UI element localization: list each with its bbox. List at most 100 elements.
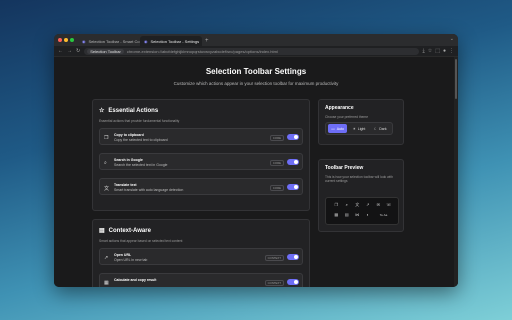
action-title: Translate text (114, 183, 137, 187)
toolbar-preview-card: Toolbar Preview This is how your selecti… (318, 159, 404, 232)
document-icon: ▤ (99, 228, 105, 234)
context-aware-card: ▤ Context-Aware Smart actions that appea… (92, 219, 310, 287)
external-link-icon: ↗ (366, 202, 370, 207)
search-icon: ⌕ (345, 202, 348, 207)
preview-title: Toolbar Preview (325, 165, 364, 171)
scrollbar[interactable] (454, 57, 458, 287)
calculator-icon: ▦ (104, 280, 109, 286)
action-item-calculate: ▦ Calculate and copy result CONTEXT (99, 273, 303, 287)
core-badge: CORE (269, 185, 284, 191)
theme-label: Light (357, 126, 366, 131)
tab-bar: ◉ Selection Toolbar - Smart Co × ◉ Selec… (54, 34, 458, 46)
action-title: Open URL (114, 253, 132, 257)
tab-smart[interactable]: ◉ Selection Toolbar - Smart Co × (78, 36, 140, 46)
share-icon: ⋈ (355, 212, 360, 217)
appearance-description: Choose your preferred theme (325, 115, 369, 119)
action-title: Calculate and copy result (114, 278, 157, 282)
action-item-open-url: ↗ Open URL Open URL in new tab CONTEXT (99, 248, 303, 265)
calculator-icon: ▤ (344, 212, 349, 217)
preview-icon-grid: ❐ ⌕ 文 ↗ ✉ ☏ ▦ ▤ ⋈ ◐ Te Aa (331, 202, 394, 218)
appearance-card: Appearance Choose your preferred theme ▭… (318, 99, 404, 145)
email-icon: ✉ (376, 202, 380, 207)
phone-icon: ☏ (386, 202, 392, 207)
sun-icon: ☀ (352, 126, 356, 131)
url-text: chrome-extension://abcfdefghijklmnopqrst… (126, 48, 278, 54)
appearance-title: Appearance (325, 105, 354, 111)
section-description: Smart actions that appear based on selec… (99, 239, 183, 243)
page-subtitle: Customize which actions appear in your s… (173, 81, 339, 86)
section-title: Essential Actions (108, 107, 159, 114)
calendar-icon: ▦ (334, 212, 339, 217)
page-title: Selection Toolbar Settings (205, 67, 307, 76)
chevron-down-icon[interactable]: ⌄ (450, 36, 454, 42)
address-bar-row: ← → ↻ Selection Toolbar chrome-extension… (54, 46, 458, 57)
external-link-icon: ↗ (104, 255, 109, 261)
url-site-chip: Selection Toolbar (87, 48, 124, 54)
preview-text-label: Te Aa (379, 213, 388, 217)
theme-light-button[interactable]: ☀ Light (349, 124, 368, 133)
star-icon[interactable]: ☆ (428, 48, 432, 54)
color-icon: ◐ (366, 212, 369, 217)
action-description: Open URL in new tab (114, 258, 148, 262)
translate-icon: 文 (355, 202, 360, 207)
extensions-icon[interactable]: ⬚ (435, 48, 440, 54)
forward-icon[interactable]: → (67, 48, 72, 54)
action-title: Copy to clipboard (114, 133, 144, 137)
core-badge: CORE (269, 135, 284, 141)
translate-toggle[interactable] (287, 184, 299, 190)
copy-icon: ❐ (334, 202, 339, 207)
action-item-translate: 文 Translate text Smart translate with au… (99, 178, 303, 195)
page-content: Selection Toolbar Settings Customize whi… (54, 57, 458, 287)
search-toggle[interactable] (287, 159, 299, 165)
action-item-search: ⌕ Search in Google Search the selected t… (99, 153, 303, 170)
theme-label: Auto (336, 126, 344, 131)
copy-toggle[interactable] (287, 134, 299, 140)
copy-icon: ❐ (104, 135, 109, 141)
tab-label: Selection Toolbar - Settings (150, 38, 200, 44)
action-description: Search the selected text in Google (114, 163, 168, 167)
context-badge: CONTEXT (264, 255, 284, 261)
section-title: Context-Aware (108, 227, 151, 234)
extension-favicon-icon: ◉ (144, 38, 148, 44)
action-title: Search in Google (114, 158, 143, 162)
essential-actions-card: ☆ Essential Actions Essential actions th… (92, 99, 310, 211)
translate-icon: 文 (104, 186, 110, 192)
calculate-toggle[interactable] (287, 279, 299, 285)
toolbar-icons: ⤓ ☆ ⬚ ● ⋮ (423, 48, 454, 54)
search-icon: ⌕ (104, 160, 107, 166)
action-description: Copy the selected text to clipboard (114, 138, 168, 142)
context-aware-title: ▤ Context-Aware (99, 227, 151, 235)
action-item-copy: ❐ Copy to clipboard Copy the selected te… (99, 128, 303, 145)
tab-settings[interactable]: ◉ Selection Toolbar - Settings × (140, 36, 202, 46)
reload-icon[interactable]: ↻ (76, 48, 80, 54)
monitor-icon: ▭ (331, 126, 335, 131)
minimize-window-button[interactable] (64, 38, 68, 42)
browser-window: ◉ Selection Toolbar - Smart Co × ◉ Selec… (54, 34, 458, 287)
moon-icon: ☾ (374, 126, 378, 131)
context-badge: CONTEXT (264, 280, 284, 286)
theme-dark-button[interactable]: ☾ Dark (371, 124, 390, 133)
back-icon[interactable]: ← (58, 48, 63, 54)
window-controls (58, 34, 74, 46)
tab-label: Selection Toolbar - Smart Co (88, 38, 140, 44)
url-field[interactable]: Selection Toolbar chrome-extension://abc… (84, 47, 419, 55)
theme-auto-button[interactable]: ▭ Auto (328, 124, 348, 133)
menu-icon[interactable]: ⋮ (449, 48, 454, 54)
maximize-window-button[interactable] (70, 38, 74, 42)
toolbar-preview: ❐ ⌕ 文 ↗ ✉ ☏ ▦ ▤ ⋈ ◐ Te Aa (325, 197, 399, 225)
download-icon[interactable]: ⤓ (423, 48, 425, 54)
open-url-toggle[interactable] (287, 254, 299, 260)
essential-actions-title: ☆ Essential Actions (99, 107, 159, 115)
scrollbar-thumb[interactable] (455, 59, 457, 99)
theme-selector: ▭ Auto ☀ Light ☾ Dark (325, 122, 393, 135)
close-window-button[interactable] (58, 38, 62, 42)
section-description: Essential actions that provide fundament… (99, 119, 180, 123)
preview-description: This is how your selection toolbar will … (325, 175, 393, 183)
core-badge: CORE (269, 160, 284, 166)
extension-favicon-icon: ◉ (82, 38, 86, 44)
theme-label: Dark (379, 126, 387, 131)
action-description: Smart translate with auto language detec… (114, 188, 184, 192)
new-tab-button[interactable]: + (205, 36, 209, 46)
star-icon: ☆ (99, 108, 105, 114)
profile-icon[interactable]: ● (443, 48, 446, 54)
